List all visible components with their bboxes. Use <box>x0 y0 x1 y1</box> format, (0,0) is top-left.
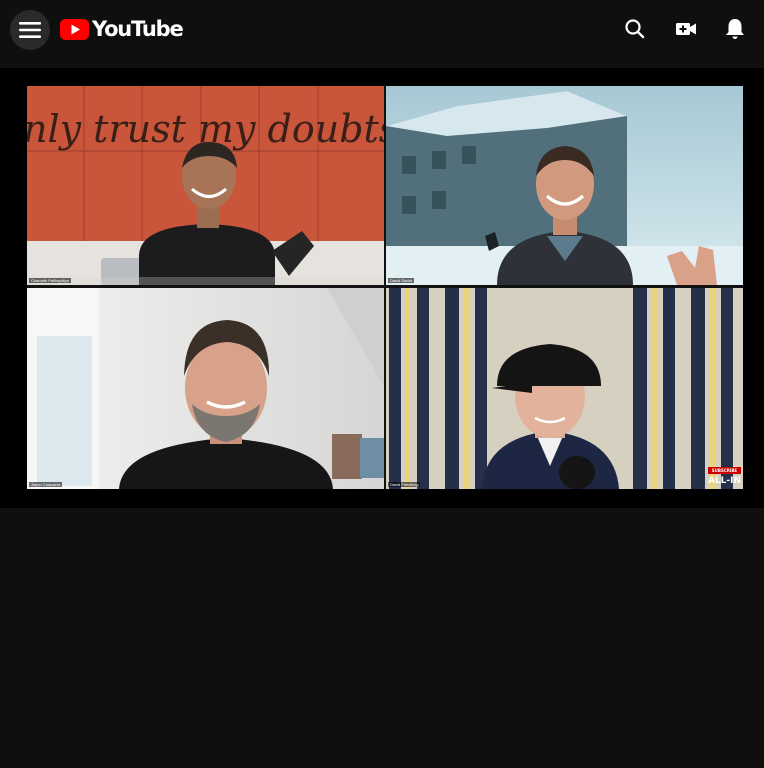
search-button[interactable] <box>623 16 647 47</box>
participant-name-2: David Sacks <box>388 278 415 283</box>
youtube-logo[interactable]: YouTube <box>60 17 184 41</box>
video-player[interactable]: nly trust my doubts Chamath Palihapitiya… <box>0 68 764 508</box>
subscribe-badge[interactable]: SUBSCRIBE <box>707 467 741 474</box>
participant-name-3: Jason Calacanis <box>29 482 63 487</box>
participant-tile-3 <box>27 288 386 489</box>
participant-tile-2 <box>386 86 743 285</box>
participant-tile-4 <box>386 288 743 489</box>
youtube-play-icon <box>60 18 89 40</box>
menu-button[interactable] <box>10 10 50 50</box>
video-frame[interactable]: nly trust my doubts Chamath Palihapitiya… <box>27 86 743 489</box>
create-video-icon <box>676 23 696 35</box>
grid-separator-horizontal <box>27 285 743 288</box>
notifications-button[interactable] <box>723 16 747 47</box>
channel-watermark[interactable]: SUBSCRIBE ALL-IN <box>707 467 741 486</box>
participant-tile-1: nly trust my doubts <box>27 86 398 285</box>
create-button[interactable] <box>673 16 699 47</box>
watermark-text: ALL-IN <box>707 476 741 486</box>
participant-name-4: David Friedberg <box>388 482 421 487</box>
notifications-bell-icon <box>726 19 744 39</box>
participant-name-1: Chamath Palihapitiya <box>29 278 71 283</box>
video-frame-art: nly trust my doubts <box>27 86 743 489</box>
top-app-bar: YouTube <box>0 0 764 60</box>
menu-icon <box>19 22 41 38</box>
logo-text: YouTube <box>92 17 184 41</box>
search-icon <box>625 19 645 39</box>
